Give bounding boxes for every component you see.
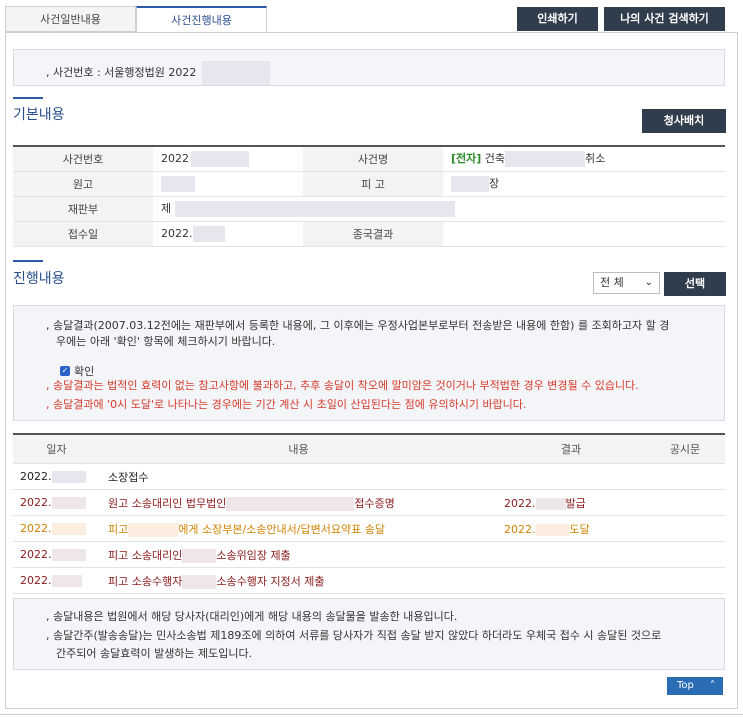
label-court: 재판부: [13, 196, 153, 222]
footer-note-line: , 송달내용은 법원에서 해당 당사자(대리인)에게 해당 내용의 송달물을 발…: [46, 610, 458, 623]
progress-section-title: 진행내용: [13, 271, 65, 287]
select-button[interactable]: 선택: [664, 272, 726, 296]
col-notice: 공시문: [645, 434, 725, 464]
label-final-result: 종국결과: [303, 221, 443, 247]
label-case-no: 사건번호: [13, 146, 153, 172]
label-plaintiff: 원고: [13, 171, 153, 197]
bullet-icon: ,: [46, 66, 50, 79]
confirm-checkbox[interactable]: ✓ 확인: [60, 363, 94, 379]
basic-section-title: 기본내용: [13, 107, 65, 123]
table-row: 2022. 피고 에게 소장부본/소송안내서/답변서요약표 송달 2022. 도달: [13, 515, 725, 542]
courthouse-map-button[interactable]: 청사배치: [642, 109, 726, 133]
chevron-down-icon: ⌄: [644, 277, 653, 288]
footer-note-line: 간주되어 송달효력이 발생하는 제도입니다.: [56, 647, 253, 660]
redacted-block: [201, 61, 270, 85]
case-number-text: 사건번호 : 서울행정법원 2022: [53, 66, 197, 79]
table-row: 2022. 소장접수: [13, 463, 725, 490]
value-case-name: [전자] 건축 취소: [443, 146, 725, 172]
tab-general[interactable]: 사건일반내용: [5, 6, 136, 32]
value-plaintiff: [153, 171, 303, 197]
footer-note-line: , 송달간주(발송송달)는 민사소송법 제189조에 의하여 서류를 당사자가 …: [46, 629, 662, 642]
col-content: 내용: [100, 434, 497, 464]
value-defendant: 장: [443, 171, 725, 197]
progress-table: 일자 내용 결과 공시문 2022. 소장접수 2022. 원고 소송대리인 법…: [13, 433, 725, 594]
col-date: 일자: [13, 434, 100, 464]
case-number-box: , 사건번호 : 서울행정법원 2022: [13, 49, 725, 86]
table-row: 2022. 원고 소송대리인 법무법인 접수증명 2022. 발급: [13, 489, 725, 516]
check-icon: ✓: [60, 366, 70, 376]
label-case-name: 사건명: [303, 146, 443, 172]
notice-line-warning: , 송달결과에 '0시 도달'로 나타나는 경우에는 기간 계산 시 초일이 산…: [46, 398, 527, 411]
label-defendant: 피 고: [303, 171, 443, 197]
page-bottom-border: [0, 714, 743, 715]
value-final-result: [443, 221, 725, 247]
case-number-line: , 사건번호 : 서울행정법원 2022: [46, 61, 270, 85]
checkbox-label: 확인: [74, 365, 95, 378]
print-button[interactable]: 인쇄하기: [517, 7, 598, 31]
delivery-notice-box: , 송달결과(2007.03.12전에는 재판부에서 등록한 내용에, 그 이후…: [13, 305, 725, 421]
delivery-info-box: , 송달내용은 법원에서 해당 당사자(대리인)에게 해당 내용의 송달물을 발…: [13, 598, 725, 670]
label-received: 접수일: [13, 221, 153, 247]
table-row: 2022. 피고 소송대리인 소송위임장 제출: [13, 541, 725, 568]
notice-line: , 송달결과(2007.03.12전에는 재판부에서 등록한 내용에, 그 이후…: [46, 319, 670, 332]
basic-info-table: 사건번호 2022 사건명 [전자] 건축 취소 원고 피 고 장 재판부 제 접…: [13, 145, 725, 247]
value-received: 2022.: [153, 221, 303, 247]
notice-line-warning: , 송달결과는 법적인 효력이 없는 참고사항에 불과하고, 추후 송달이 착오…: [46, 379, 639, 392]
section-bar: [13, 260, 43, 262]
notice-line: 우에는 아래 '확인' 항목에 체크하시기 바랍니다.: [56, 335, 276, 348]
scroll-top-button[interactable]: Top ˄: [667, 677, 723, 695]
table-row: 2022. 피고 소송수행자 소송수행자 지정서 제출: [13, 567, 725, 594]
progress-filter-select[interactable]: 전 체 ⌄: [593, 272, 660, 294]
tab-progress[interactable]: 사건진행내용: [136, 6, 267, 32]
my-case-search-button[interactable]: 나의 사건 검색하기: [604, 7, 725, 31]
value-case-no: 2022: [153, 146, 303, 172]
chevron-up-icon: ˄: [710, 680, 715, 691]
section-bar: [13, 97, 43, 99]
value-court: 제: [153, 196, 725, 222]
col-result: 결과: [497, 434, 645, 464]
